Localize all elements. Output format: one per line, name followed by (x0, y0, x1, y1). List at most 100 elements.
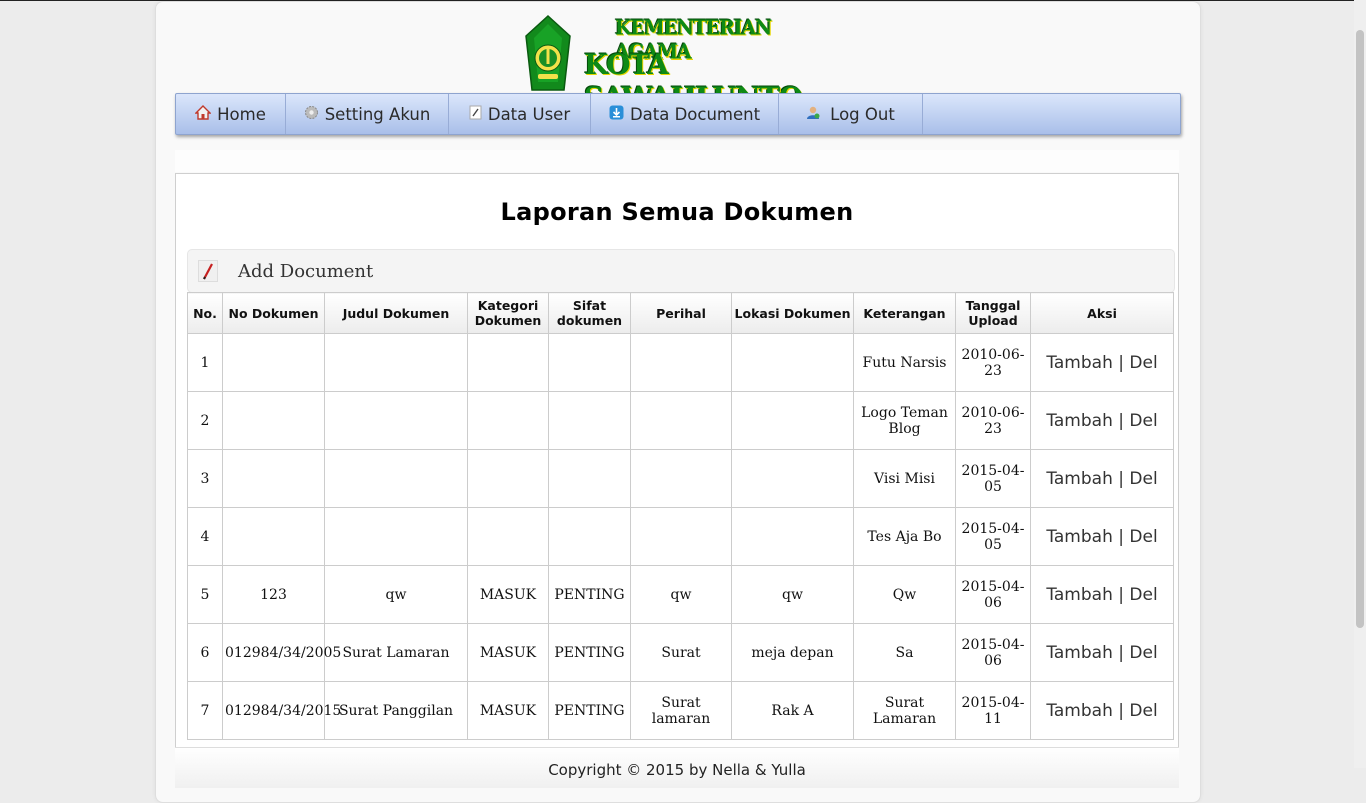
cell-aksi: Tambah | Del (1030, 565, 1174, 624)
table-row: 2 Logo Teman Blog 2010-06-23 Tambah | De… (187, 391, 1174, 450)
del-link[interactable]: Del (1129, 585, 1157, 605)
tambah-link[interactable]: Tambah (1046, 469, 1113, 489)
table-row: 5 123 qw MASUK PENTING qw qw Qw 2015-04-… (187, 565, 1174, 624)
cell-kategori (467, 449, 549, 508)
action-separator: | (1118, 526, 1124, 547)
cell-lokasi (731, 507, 854, 566)
col-header-kategori-dokumen: Kategori Dokumen (467, 292, 549, 334)
cell-kategori: MASUK (467, 681, 549, 740)
cell-kategori (467, 333, 549, 392)
table-row: 6 012984/34/2005 Surat Lamaran MASUK PEN… (187, 623, 1174, 682)
cell-no: 4 (187, 507, 223, 566)
cell-perihal (630, 391, 732, 450)
del-link[interactable]: Del (1129, 527, 1157, 547)
nav-data-user-label: Data User (487, 104, 571, 124)
cell-lokasi: qw (731, 565, 854, 624)
cell-aksi: Tambah | Del (1030, 391, 1174, 450)
gear-icon (304, 105, 319, 124)
nav-data-user[interactable]: Data User (449, 94, 591, 134)
cell-no-dokumen (222, 333, 325, 392)
nav-data-document[interactable]: Data Document (591, 94, 779, 134)
content-panel: Laporan Semua Dokumen Add Document No. N… (175, 173, 1179, 755)
add-document-bar[interactable]: Add Document (187, 249, 1175, 293)
nav-log-out-label: Log Out (830, 104, 895, 124)
cell-judul (324, 449, 468, 508)
col-header-tanggal-upload: Tanggal Upload (955, 292, 1031, 334)
cell-perihal (630, 449, 732, 508)
cell-kategori (467, 507, 549, 566)
cell-sifat (548, 333, 631, 392)
page-title: Laporan Semua Dokumen (500, 198, 854, 226)
cell-aksi: Tambah | Del (1030, 507, 1174, 566)
cell-sifat (548, 391, 631, 450)
nav-setting-akun-label: Setting Akun (324, 104, 431, 124)
tambah-link[interactable]: Tambah (1046, 585, 1113, 605)
cell-kategori: MASUK (467, 623, 549, 682)
del-link[interactable]: Del (1129, 353, 1157, 373)
tambah-link[interactable]: Tambah (1046, 643, 1113, 663)
cell-perihal: qw (630, 565, 732, 624)
cell-keterangan: Surat Lamaran (853, 681, 956, 740)
cell-no-dokumen: 012984/34/2015 (222, 681, 341, 740)
cell-no: 2 (187, 391, 223, 450)
col-header-judul-dokumen: Judul Dokumen (324, 292, 468, 334)
cell-perihal: Surat (630, 623, 732, 682)
cell-tanggal: 2015-04-11 (955, 681, 1031, 740)
cell-lokasi (731, 449, 854, 508)
cell-no-dokumen (222, 449, 325, 508)
cell-tanggal: 2015-04-06 (955, 623, 1031, 682)
nav-log-out[interactable]: Log Out (779, 94, 923, 134)
cell-no-dokumen: 123 (222, 565, 325, 624)
cell-tanggal: 2010-06-23 (955, 391, 1031, 450)
action-separator: | (1118, 700, 1124, 721)
tambah-link[interactable]: Tambah (1046, 527, 1113, 547)
cell-no: 3 (187, 449, 223, 508)
nav-home-label: Home (217, 104, 266, 124)
scrollbar-thumb[interactable] (1356, 30, 1364, 628)
nav-data-document-label: Data Document (629, 104, 761, 124)
cell-tanggal: 2010-06-23 (955, 333, 1031, 392)
action-separator: | (1118, 468, 1124, 489)
cell-lokasi: meja depan (731, 623, 854, 682)
nav-setting-akun[interactable]: Setting Akun (286, 94, 449, 134)
cell-keterangan: Futu Narsis (853, 333, 956, 392)
home-icon (194, 104, 212, 124)
user-icon (806, 105, 820, 124)
cell-perihal (630, 507, 732, 566)
cell-tanggal: 2015-04-05 (955, 449, 1031, 508)
cell-aksi: Tambah | Del (1030, 333, 1174, 392)
cell-perihal: Surat lamaran (630, 681, 732, 740)
nav-home[interactable]: Home (176, 94, 286, 134)
tambah-link[interactable]: Tambah (1046, 701, 1113, 721)
cell-sifat: PENTING (548, 565, 631, 624)
cell-judul (324, 391, 468, 450)
col-header-sifat-dokumen: Sifat dokumen (548, 292, 631, 334)
cell-lokasi (731, 391, 854, 450)
del-link[interactable]: Del (1129, 701, 1157, 721)
tambah-link[interactable]: Tambah (1046, 353, 1113, 373)
cell-sifat: PENTING (548, 623, 631, 682)
download-icon (609, 105, 624, 124)
pencil-icon (198, 260, 218, 282)
col-header-no-dokumen: No Dokumen (222, 292, 325, 334)
cell-keterangan: Tes Aja Bo (853, 507, 956, 566)
col-header-no: No. (187, 292, 223, 334)
add-document-link[interactable]: Add Document (238, 261, 373, 282)
del-link[interactable]: Del (1129, 411, 1157, 431)
action-separator: | (1118, 642, 1124, 663)
main-navbar: Home Setting Akun Data User Data Documen… (175, 93, 1181, 135)
del-link[interactable]: Del (1129, 469, 1157, 489)
table-row: 4 Tes Aja Bo 2015-04-05 Tambah | Del (187, 507, 1174, 566)
cell-judul: qw (324, 565, 468, 624)
cell-keterangan: Qw (853, 565, 956, 624)
del-link[interactable]: Del (1129, 643, 1157, 663)
cell-aksi: Tambah | Del (1030, 681, 1174, 740)
cell-sifat (548, 507, 631, 566)
cell-lokasi: Rak A (731, 681, 854, 740)
tambah-link[interactable]: Tambah (1046, 411, 1113, 431)
cell-no-dokumen (222, 507, 325, 566)
cell-judul: Surat Panggilan (324, 681, 468, 740)
col-header-keterangan: Keterangan (853, 292, 956, 334)
cell-keterangan: Sa (853, 623, 956, 682)
header-logo: KEMENTERIAN AGAMA KOTA SAWAHLUNTO (524, 14, 803, 114)
